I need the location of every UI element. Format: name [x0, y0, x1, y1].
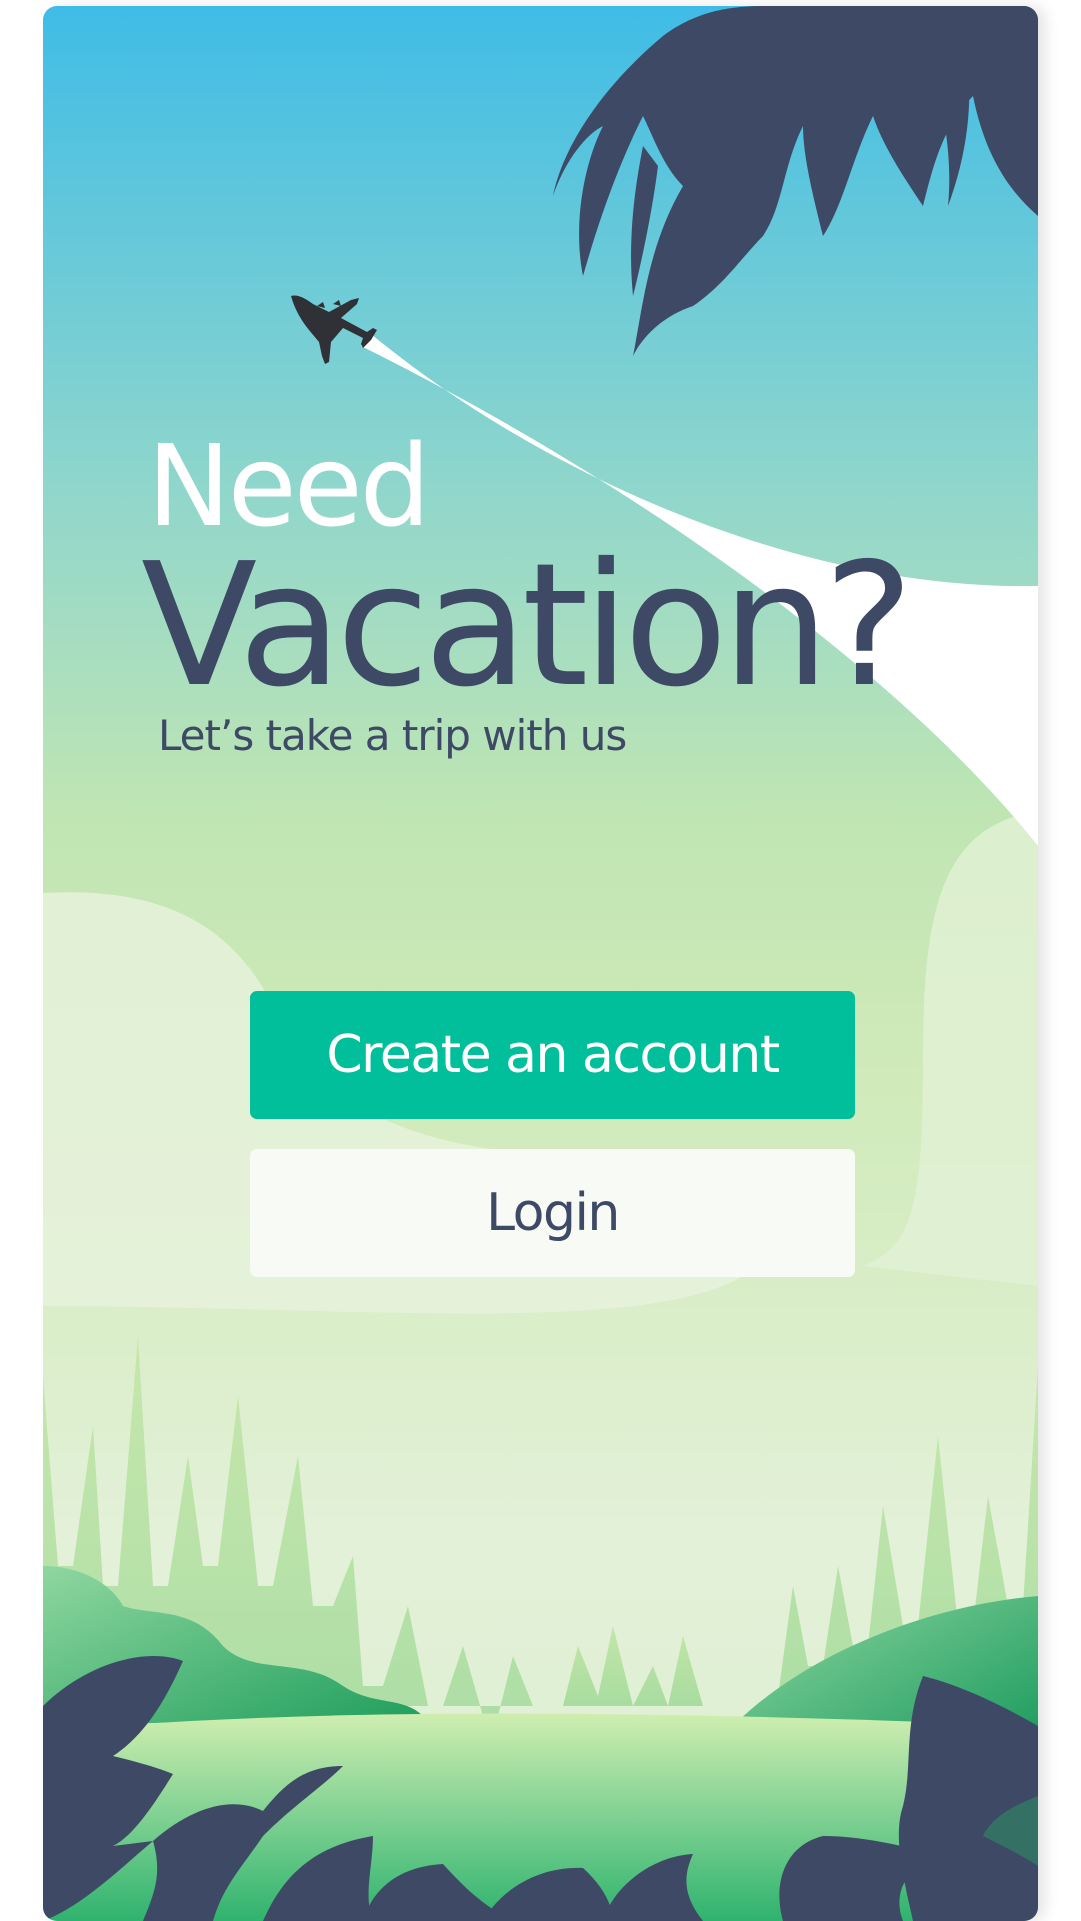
app-screen: Need Vacation? Let’s take a trip with us…: [43, 6, 1038, 1921]
create-account-button[interactable]: Create an account: [250, 991, 855, 1119]
login-button[interactable]: Login: [250, 1149, 855, 1277]
vacation-illustration: [43, 6, 1038, 1921]
headline: Need Vacation?: [141, 431, 914, 711]
headline-vacation: Vacation?: [141, 527, 914, 725]
airplane-icon: [291, 295, 377, 364]
tagline: Let’s take a trip with us: [158, 711, 627, 760]
